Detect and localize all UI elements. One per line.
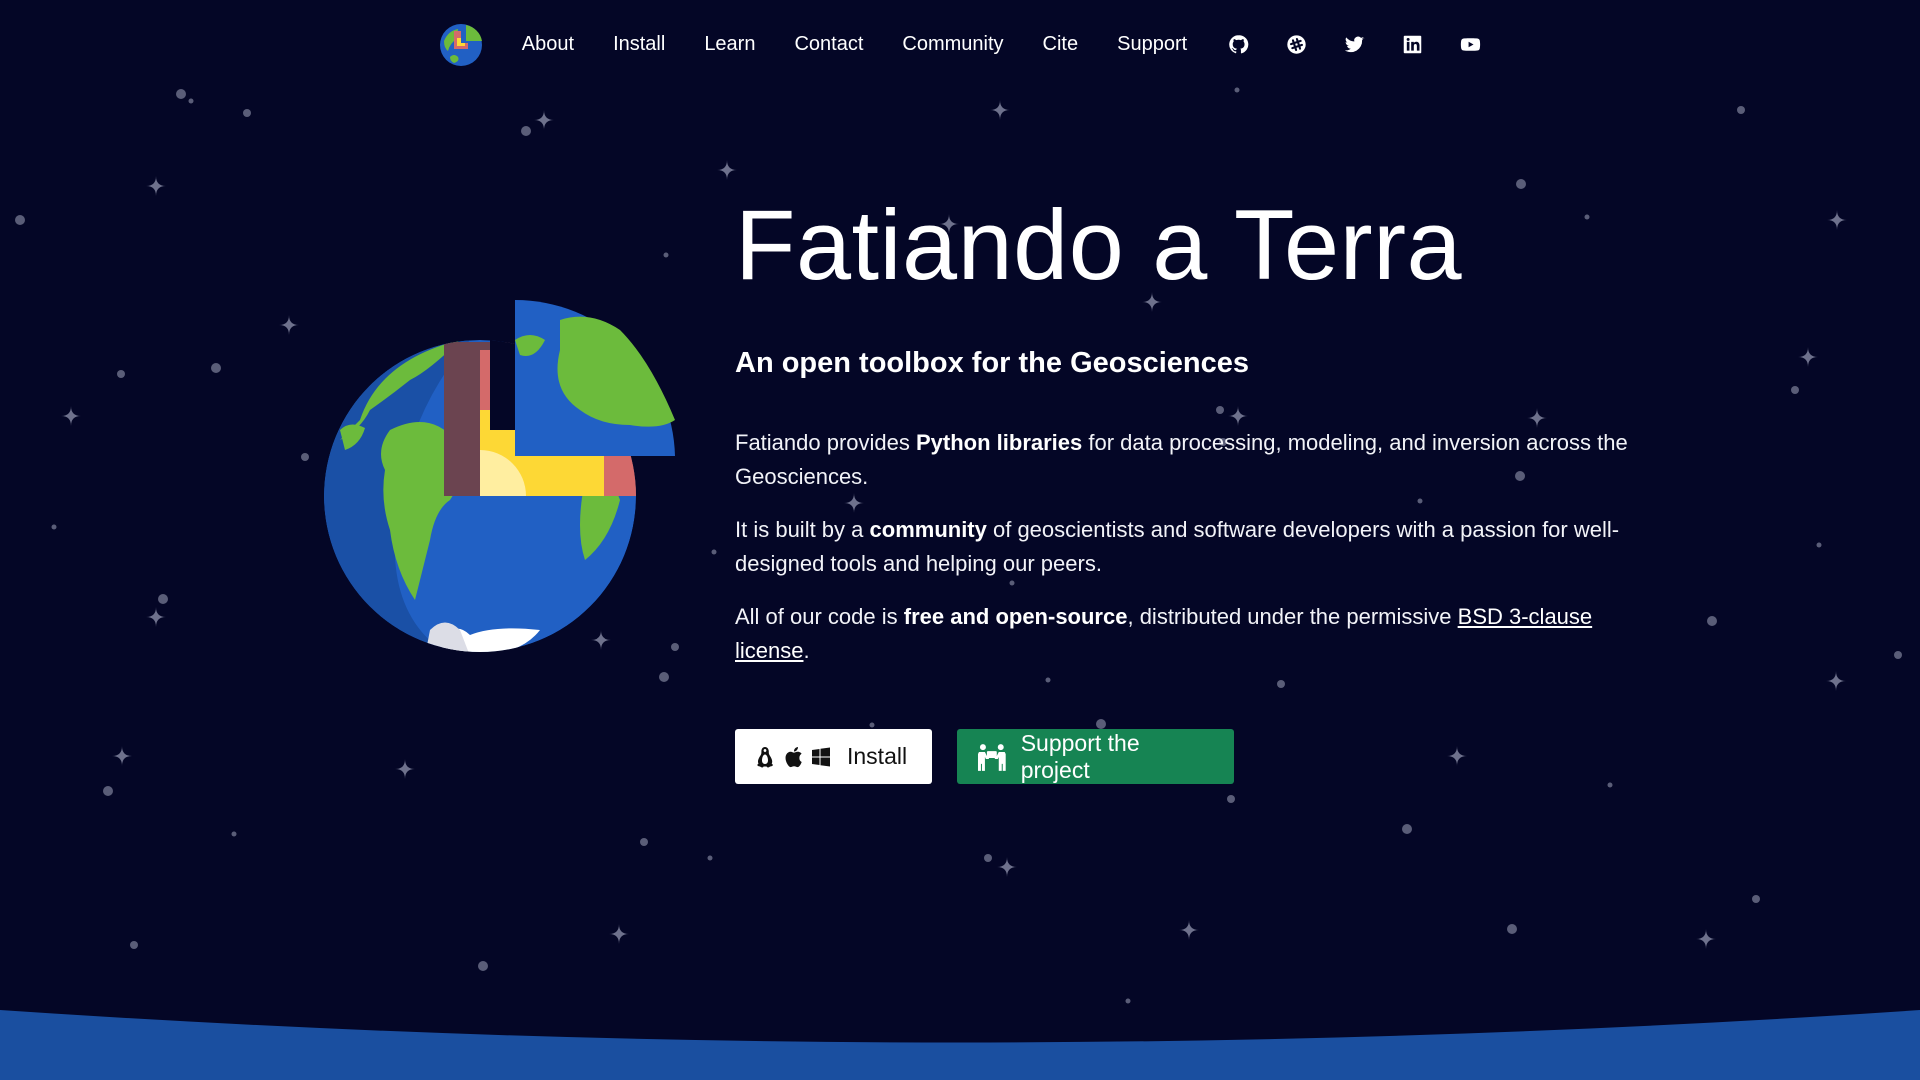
star-sparkle (61, 406, 81, 426)
fatiando-logo[interactable] (438, 21, 484, 67)
linux-icon (757, 746, 773, 767)
twitter-icon[interactable] (1342, 32, 1366, 56)
star-dot (663, 252, 669, 258)
star-sparkle (997, 857, 1017, 877)
star-dot (659, 672, 669, 682)
star-dot (211, 363, 221, 373)
windows-icon (812, 747, 830, 766)
bold-community: community (869, 517, 987, 542)
star-dot (521, 126, 531, 136)
star-dot (640, 838, 648, 846)
intro-paragraph-libraries: Fatiando provides Python libraries for d… (735, 426, 1665, 494)
star-dot (117, 370, 125, 378)
star-dot (188, 98, 194, 104)
text-fragment: It is built by a (735, 517, 870, 542)
text-fragment: . (803, 638, 810, 663)
star-sparkle (146, 176, 166, 196)
nav-link-community[interactable]: Community (902, 33, 1003, 56)
star-sparkle (279, 315, 299, 335)
star-dot (1737, 106, 1745, 114)
text-fragment: All of our code is (735, 604, 904, 629)
star-sparkle (609, 924, 629, 944)
star-sparkle (1827, 210, 1847, 230)
intro-paragraph-license: All of our code is free and open-source,… (735, 600, 1665, 668)
earth-globe-illustration (324, 300, 675, 652)
support-button-label: Support the project (1020, 729, 1140, 783)
install-button[interactable]: Install (735, 729, 932, 784)
intro-paragraph-community: It is built by a community of geoscienti… (735, 513, 1665, 581)
star-dot (158, 594, 168, 604)
star-dot (243, 109, 251, 117)
tagline: An open toolbox for the Geosciences (735, 347, 1250, 379)
star-dot (15, 215, 25, 225)
nav-link-about[interactable]: About (522, 33, 574, 56)
nav-link-contact[interactable]: Contact (794, 33, 863, 56)
star-dot (231, 831, 237, 837)
star-sparkle (990, 100, 1010, 120)
text-fragment: , distributed under the permissive (1127, 604, 1458, 629)
star-dot (1707, 616, 1717, 626)
cta-buttons: Install Support the project (735, 729, 1665, 784)
star-dot (1507, 924, 1517, 934)
os-icons (755, 746, 831, 768)
star-dot (984, 854, 992, 862)
star-dot (478, 961, 488, 971)
top-navigation: About Install Learn Contact Community Ci… (0, 0, 1920, 88)
apple-icon (785, 746, 802, 767)
star-dot (1816, 542, 1822, 548)
nav-link-install[interactable]: Install (613, 33, 665, 56)
star-sparkle (717, 160, 737, 180)
star-dot (711, 549, 717, 555)
people-carry-icon (977, 743, 1006, 771)
bold-free-open-source: free and open-source (903, 604, 1128, 629)
star-dot (707, 855, 713, 861)
star-dot (1752, 895, 1760, 903)
hero-content: Fatiando a Terra An open toolbox for the… (735, 190, 1665, 784)
star-dot (51, 524, 57, 530)
star-dot (1234, 87, 1240, 93)
github-icon[interactable] (1226, 32, 1250, 56)
star-dot (1402, 824, 1412, 834)
support-project-button[interactable]: Support the project (957, 729, 1234, 784)
star-dot (103, 786, 113, 796)
bold-python-libraries: Python libraries (916, 430, 1083, 455)
star-dot (1516, 179, 1526, 189)
youtube-icon[interactable] (1458, 32, 1482, 56)
star-sparkle (1179, 920, 1199, 940)
nav-link-support[interactable]: Support (1117, 33, 1187, 56)
star-sparkle (146, 607, 166, 627)
star-sparkle (1826, 671, 1846, 691)
star-sparkle (1696, 929, 1716, 949)
nav-link-cite[interactable]: Cite (1043, 33, 1079, 56)
star-sparkle (1798, 347, 1818, 367)
star-dot (130, 941, 138, 949)
star-dot (1125, 998, 1131, 1004)
star-sparkle (112, 746, 132, 766)
linkedin-icon[interactable] (1400, 32, 1424, 56)
star-sparkle (534, 110, 554, 130)
text-fragment: Fatiando provides (735, 430, 916, 455)
slack-icon[interactable] (1284, 32, 1308, 56)
star-dot (1791, 386, 1799, 394)
star-sparkle (395, 759, 415, 779)
page-title: Fatiando a Terra (735, 189, 1463, 300)
star-dot (1894, 651, 1902, 659)
star-dot (1227, 795, 1235, 803)
install-button-label: Install (847, 743, 908, 769)
star-dot (301, 453, 309, 461)
nav-link-learn[interactable]: Learn (704, 33, 755, 56)
star-dot (176, 89, 186, 99)
